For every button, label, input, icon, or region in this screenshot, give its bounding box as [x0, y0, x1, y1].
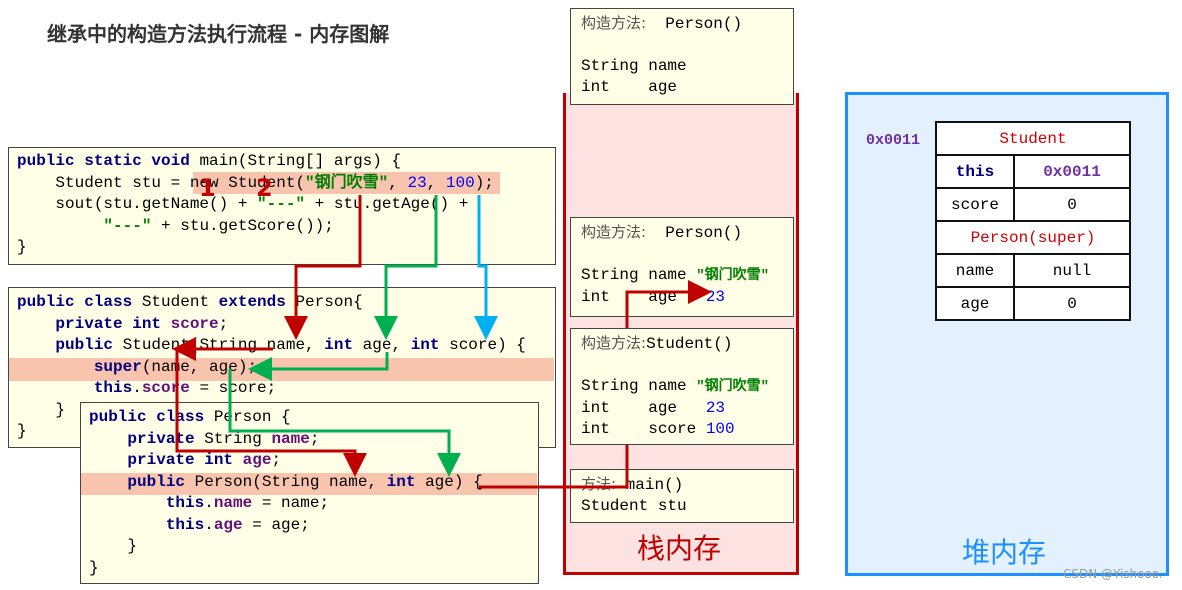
arrow-super-name-to-person: [175, 349, 367, 477]
arrow-stack-to-person-frame: [625, 280, 712, 328]
step-number-1: 1: [199, 174, 216, 202]
arrow-name-to-student: [284, 195, 362, 340]
arrow-age-to-student: [374, 195, 438, 340]
step-number-2: 2: [256, 174, 273, 202]
arrow-person-to-stack: [479, 445, 629, 489]
arrow-score-to-student: [474, 195, 498, 340]
flow-arrows: [172, 195, 712, 489]
arrow-age-to-super: [248, 352, 389, 381]
watermark: CSDN @Yishooo.: [1063, 567, 1163, 581]
